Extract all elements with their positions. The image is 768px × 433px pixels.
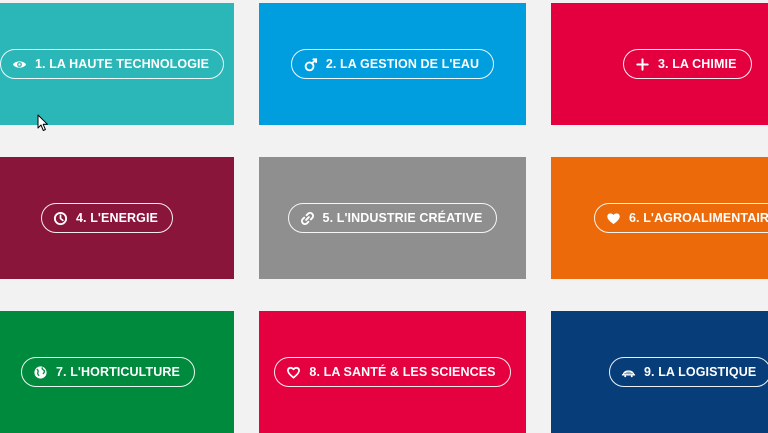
eye-icon xyxy=(12,57,27,72)
tile-agroalimentaire[interactable]: 6. L'AGROALIMENTAIRE xyxy=(551,157,768,279)
gestion-eau-button[interactable]: 2. LA GESTION DE L'EAU xyxy=(290,49,495,79)
tile-label: 7. L'HORTICULTURE xyxy=(56,365,180,379)
logistique-button[interactable]: 9. LA LOGISTIQUE xyxy=(609,357,768,387)
clock-icon xyxy=(53,211,68,226)
energie-button[interactable]: 4. L'ENERGIE xyxy=(41,203,173,233)
tile-chimie[interactable]: 3. LA CHIMIE xyxy=(551,3,768,125)
haute-technologie-button[interactable]: 1. LA HAUTE TECHNOLOGIE xyxy=(0,49,225,79)
sante-sciences-button[interactable]: 8. LA SANTÉ & LES SCIENCES xyxy=(274,357,511,387)
heart-filled-icon xyxy=(606,211,621,226)
tile-label: 9. LA LOGISTIQUE xyxy=(644,365,757,379)
tile-logistique[interactable]: 9. LA LOGISTIQUE xyxy=(551,311,768,433)
tile-gestion-eau[interactable]: 2. LA GESTION DE L'EAU xyxy=(259,3,526,125)
tile-label: 8. LA SANTÉ & LES SCIENCES xyxy=(309,365,496,379)
tile-industrie-creative[interactable]: 5. L'INDUSTRIE CRÉATIVE xyxy=(259,157,526,279)
chimie-button[interactable]: 3. LA CHIMIE xyxy=(623,49,752,79)
tile-haute-technologie[interactable]: 1. LA HAUTE TECHNOLOGIE xyxy=(0,3,234,125)
tile-label: 5. L'INDUSTRIE CRÉATIVE xyxy=(322,211,483,225)
plus-icon xyxy=(635,57,650,72)
industrie-creative-button[interactable]: 5. L'INDUSTRIE CRÉATIVE xyxy=(287,203,498,233)
tile-label: 2. LA GESTION DE L'EAU xyxy=(325,57,480,71)
tile-label: 4. L'ENERGIE xyxy=(76,211,158,225)
tile-label: 6. L'AGROALIMENTAIRE xyxy=(629,211,768,225)
truck-icon xyxy=(621,365,636,380)
agroalimentaire-button[interactable]: 6. L'AGROALIMENTAIRE xyxy=(594,203,768,233)
tile-label: 1. LA HAUTE TECHNOLOGIE xyxy=(35,57,210,71)
tile-energie[interactable]: 4. L'ENERGIE xyxy=(0,157,234,279)
link-icon xyxy=(300,211,315,226)
heart-outline-icon xyxy=(286,365,301,380)
tile-horticulture[interactable]: 7. L'HORTICULTURE xyxy=(0,311,234,433)
tile-label: 3. LA CHIMIE xyxy=(658,57,737,71)
globe-icon xyxy=(33,365,48,380)
horticulture-button[interactable]: 7. L'HORTICULTURE xyxy=(21,357,195,387)
tile-sante-sciences[interactable]: 8. LA SANTÉ & LES SCIENCES xyxy=(259,311,526,433)
water-valve-icon xyxy=(303,57,318,72)
